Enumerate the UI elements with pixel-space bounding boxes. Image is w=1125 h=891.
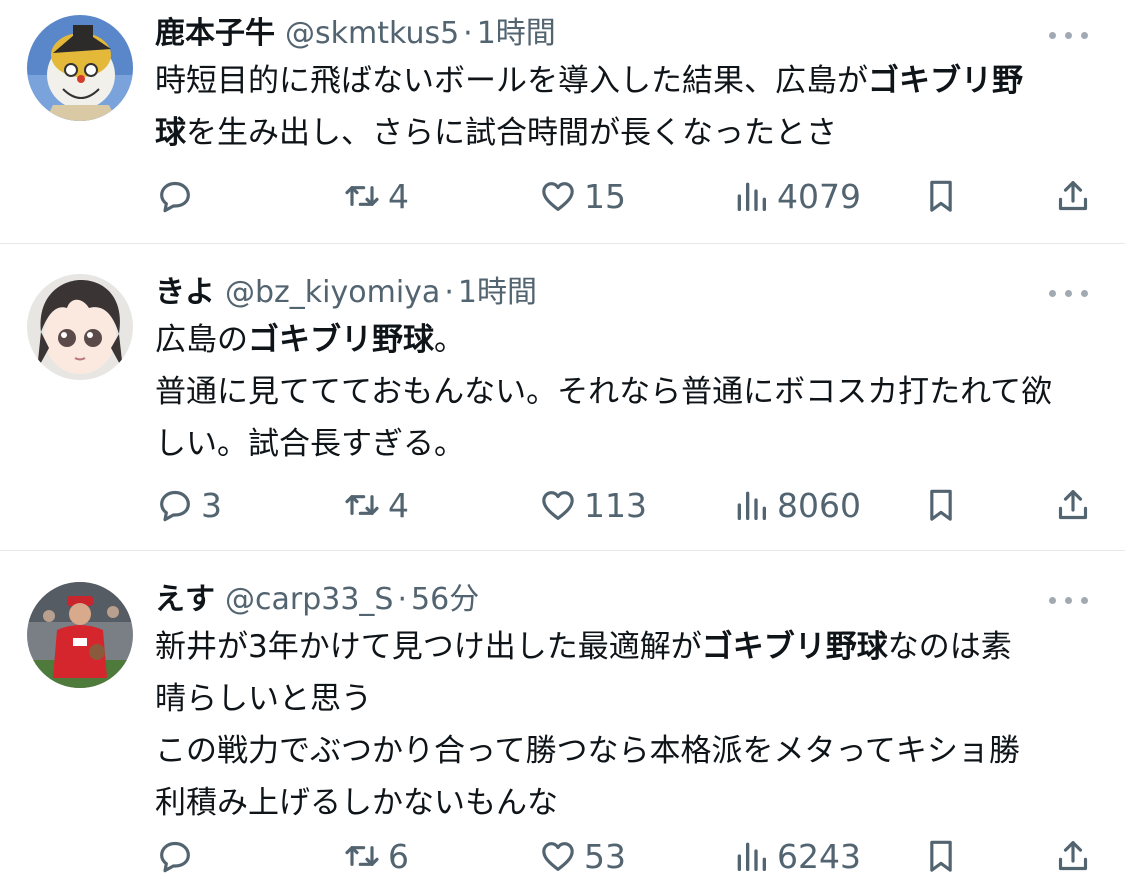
- more-options-icon[interactable]: [1049, 585, 1093, 615]
- tweet-text: 広島のゴキブリ野球。 普通に見ててておもんない。それなら普通にボコスカ打たれて欲…: [155, 314, 1101, 470]
- separator-dot: ·: [397, 582, 408, 617]
- reply-count: 3: [201, 485, 222, 525]
- like-button[interactable]: 113: [538, 482, 647, 528]
- retweet-button[interactable]: 6: [342, 833, 409, 879]
- reply-icon: [160, 490, 190, 522]
- bookmark-icon: [930, 180, 952, 212]
- text-line: 広島のゴキブリ野球。: [155, 322, 465, 358]
- action-bar: 6 53 6243: [0, 833, 1125, 879]
- tweet-header: きよ @bz_kiyomiya · 1時間: [155, 273, 1055, 313]
- text-line: 新井が3年かけて見つけ出した最適解がゴキブリ野球なのは素: [155, 629, 1012, 665]
- like-count: 113: [584, 485, 647, 525]
- user-handle[interactable]: @skmtkus5: [285, 16, 459, 51]
- more-options-icon[interactable]: [1049, 278, 1093, 308]
- heart-icon: [542, 182, 574, 211]
- text-line: 普通に見ててておもんない。それなら普通にボコスカ打たれて欲: [155, 374, 1053, 410]
- bookmark-button[interactable]: [921, 173, 961, 219]
- timestamp[interactable]: 1時間: [477, 16, 556, 51]
- action-bar: 4 15 4079: [0, 173, 1125, 219]
- views-button[interactable]: 6243: [731, 833, 861, 879]
- like-button[interactable]: 15: [538, 173, 626, 219]
- separator-dot: ·: [463, 16, 473, 51]
- user-handle[interactable]: @bz_kiyomiya: [225, 275, 440, 310]
- retweet-count: 4: [388, 485, 409, 525]
- reply-button[interactable]: [155, 833, 201, 879]
- timestamp[interactable]: 56分: [411, 582, 479, 617]
- share-button[interactable]: [1053, 833, 1093, 879]
- action-bar: 3 4 113 8060: [0, 482, 1125, 528]
- avatar[interactable]: [27, 15, 133, 121]
- bookmark-icon: [930, 840, 952, 872]
- separator-dot: ·: [444, 275, 454, 310]
- share-button[interactable]: [1053, 173, 1093, 219]
- view-count: 4079: [777, 176, 861, 216]
- retweet-count: 4: [388, 176, 409, 216]
- tweet[interactable]: 鹿本子牛 @skmtkus5 · 1時間 時短目的に飛ばないボールを導入した結果、広島…: [0, 0, 1125, 243]
- heart-icon: [542, 842, 574, 871]
- bookmark-button[interactable]: [921, 833, 961, 879]
- heart-icon: [542, 491, 574, 520]
- retweet-button[interactable]: 4: [342, 173, 409, 219]
- like-count: 15: [584, 176, 626, 216]
- views-icon: [737, 182, 766, 211]
- retweet-button[interactable]: 4: [342, 482, 409, 528]
- user-handle[interactable]: @carp33_S: [225, 582, 393, 617]
- avatar[interactable]: [27, 274, 133, 380]
- reply-icon: [160, 181, 190, 213]
- share-icon: [1058, 841, 1088, 871]
- views-icon: [737, 842, 766, 871]
- text-line: 利積み上げるしかないもんな: [155, 785, 558, 821]
- tweet[interactable]: きよ @bz_kiyomiya · 1時間 広島のゴキブリ野球。 普通に見ててておもん…: [0, 244, 1125, 549]
- text-line: しい。試合長すぎる。: [155, 426, 465, 462]
- views-icon: [737, 491, 766, 520]
- tweet-text: 時短目的に飛ばないボールを導入した結果、広島がゴキブリ野 球を生み出し、さらに試…: [155, 55, 1101, 159]
- retweet-icon: [345, 495, 379, 515]
- reply-icon: [160, 841, 190, 873]
- retweet-count: 6: [388, 836, 409, 876]
- retweet-icon: [345, 186, 379, 206]
- text-line: 晴らしいと思う: [155, 681, 372, 717]
- share-icon: [1058, 490, 1088, 520]
- tweet-header: 鹿本子牛 @skmtkus5 · 1時間: [155, 14, 1055, 54]
- display-name[interactable]: えす: [155, 582, 215, 617]
- views-button[interactable]: 4079: [731, 173, 861, 219]
- view-count: 6243: [777, 836, 861, 876]
- bookmark-button[interactable]: [921, 482, 961, 528]
- more-options-icon[interactable]: [1049, 20, 1093, 50]
- avatar-image: [27, 582, 133, 688]
- bookmark-icon: [930, 489, 952, 521]
- avatar-image: [27, 274, 133, 380]
- retweet-icon: [345, 846, 379, 866]
- tweet-text: 新井が3年かけて見つけ出した最適解がゴキブリ野球なのは素 晴らしいと思う この戦…: [155, 621, 1101, 829]
- reply-button[interactable]: 3: [155, 482, 222, 528]
- avatar-image: [27, 15, 133, 121]
- tweet[interactable]: えす @carp33_S · 56分 新井が3年かけて見つけ出した最適解がゴキブリ野球…: [0, 551, 1125, 891]
- display-name[interactable]: きよ: [155, 275, 215, 310]
- share-button[interactable]: [1053, 482, 1093, 528]
- views-button[interactable]: 8060: [731, 482, 861, 528]
- avatar[interactable]: [27, 582, 133, 688]
- tweet-header: えす @carp33_S · 56分: [155, 580, 1055, 620]
- text-line: 球を生み出し、さらに試合時間が長くなったとさ: [155, 115, 837, 151]
- text-line: この戦力でぶつかり合って勝つなら本格派をメタってキショ勝: [155, 733, 1020, 769]
- display-name[interactable]: 鹿本子牛: [155, 16, 275, 51]
- timestamp[interactable]: 1時間: [458, 275, 537, 310]
- view-count: 8060: [777, 485, 861, 525]
- like-count: 53: [584, 836, 626, 876]
- reply-button[interactable]: [155, 173, 201, 219]
- text-line: 時短目的に飛ばないボールを導入した結果、広島がゴキブリ野: [155, 63, 1023, 99]
- share-icon: [1058, 181, 1088, 211]
- like-button[interactable]: 53: [538, 833, 626, 879]
